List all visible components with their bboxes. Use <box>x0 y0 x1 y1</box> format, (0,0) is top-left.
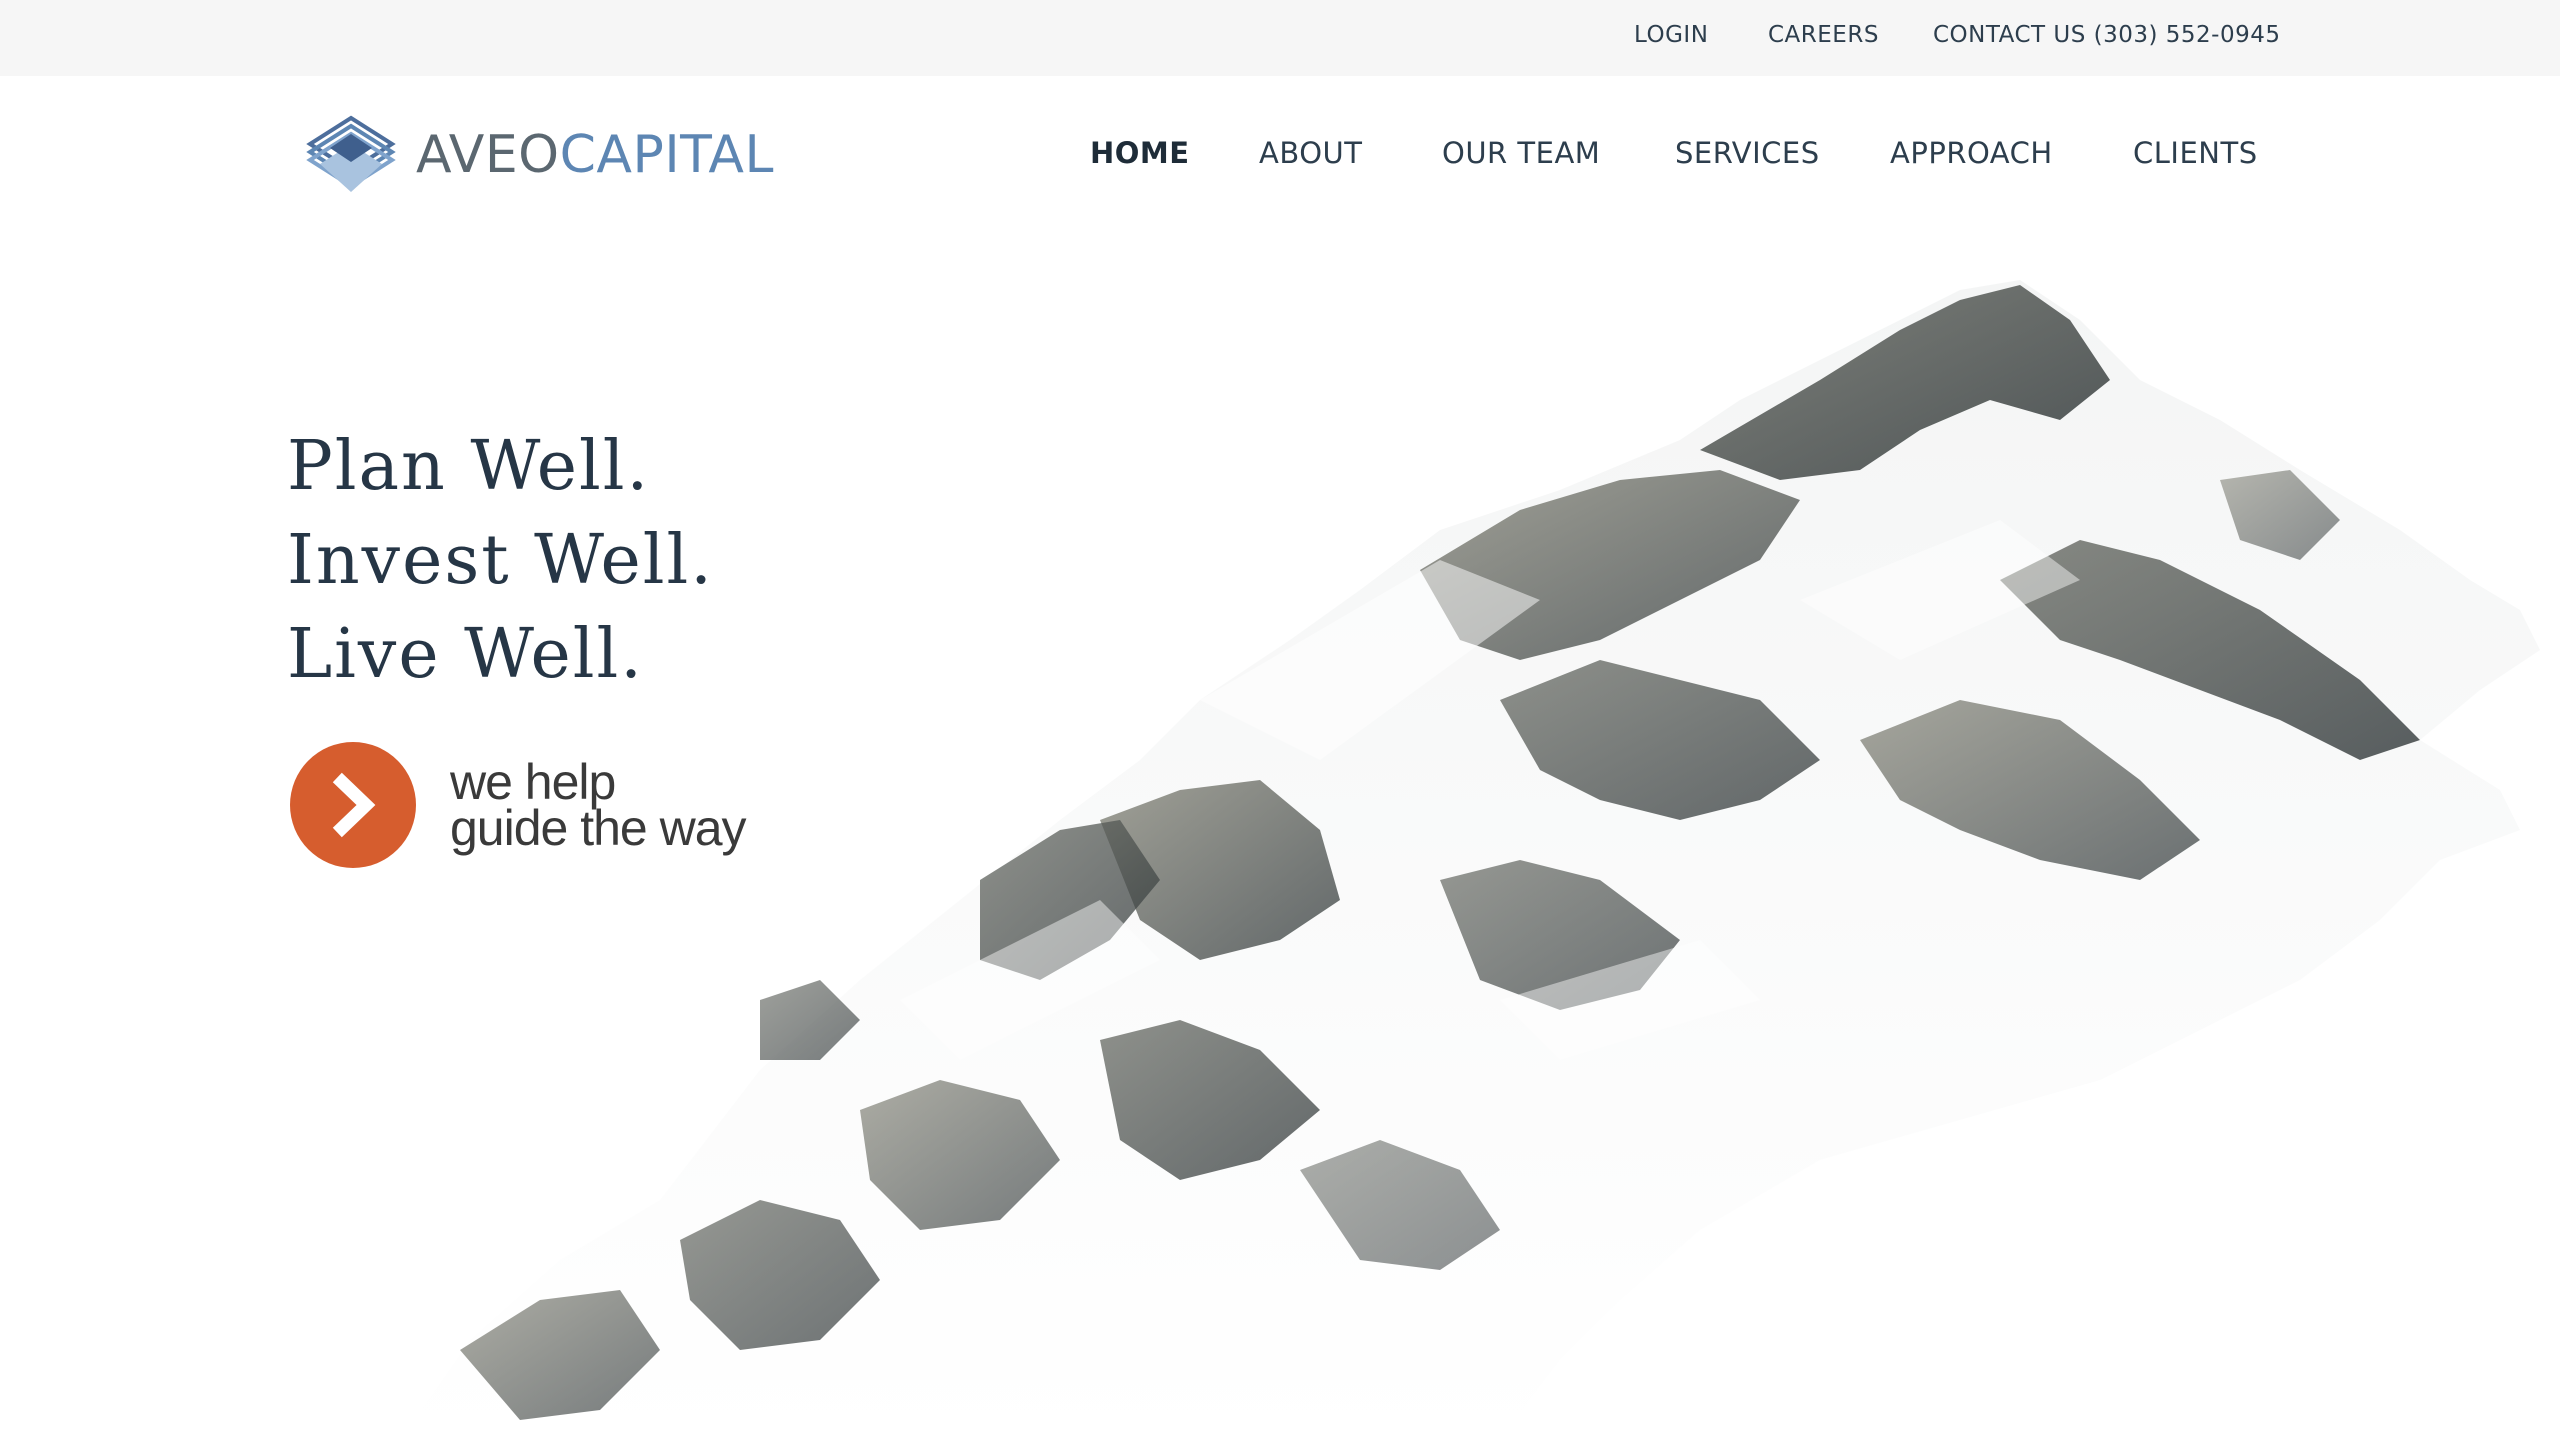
nav-our-team[interactable]: OUR TEAM <box>1442 136 1600 170</box>
nav-home[interactable]: HOME <box>1090 136 1190 170</box>
hero-line-invest: Invest Well. <box>287 521 714 600</box>
nav-approach[interactable]: APPROACH <box>1890 136 2053 170</box>
chevron-right-icon <box>332 772 376 838</box>
hero-headline: Plan Well. Invest Well. Live Well. <box>287 420 714 702</box>
contact-us-link[interactable]: CONTACT US (303) 552-0945 <box>1933 22 2281 48</box>
careers-link[interactable]: CAREERS <box>1768 22 1879 48</box>
hero-line-plan: Plan Well. <box>287 427 651 506</box>
guide-the-way-cta[interactable]: we help guide the way <box>290 742 747 868</box>
nav-clients[interactable]: CLIENTS <box>2133 136 2258 170</box>
logo-word-aveo: AVEO <box>416 125 560 185</box>
cta-text: we help guide the way <box>450 754 747 856</box>
logo-word-capital: CAPITAL <box>559 125 774 185</box>
cta-circle-button[interactable] <box>290 742 416 868</box>
cta-line-we-help: we help <box>450 754 616 810</box>
nav-about[interactable]: ABOUT <box>1259 136 1363 170</box>
hero-line-live: Live Well. <box>287 615 644 694</box>
layered-diamond-logo-icon <box>306 115 396 192</box>
utility-bar: LOGIN CAREERS CONTACT US (303) 552-0945 <box>0 0 2560 76</box>
aveo-capital-logo[interactable]: AVEOCAPITAL <box>306 114 774 196</box>
login-link[interactable]: LOGIN <box>1634 22 1708 48</box>
page: LOGIN CAREERS CONTACT US (303) 552-0945 <box>0 0 2560 1440</box>
cta-line-guide-the-way: guide the way <box>450 800 747 856</box>
nav-services[interactable]: SERVICES <box>1675 136 1820 170</box>
